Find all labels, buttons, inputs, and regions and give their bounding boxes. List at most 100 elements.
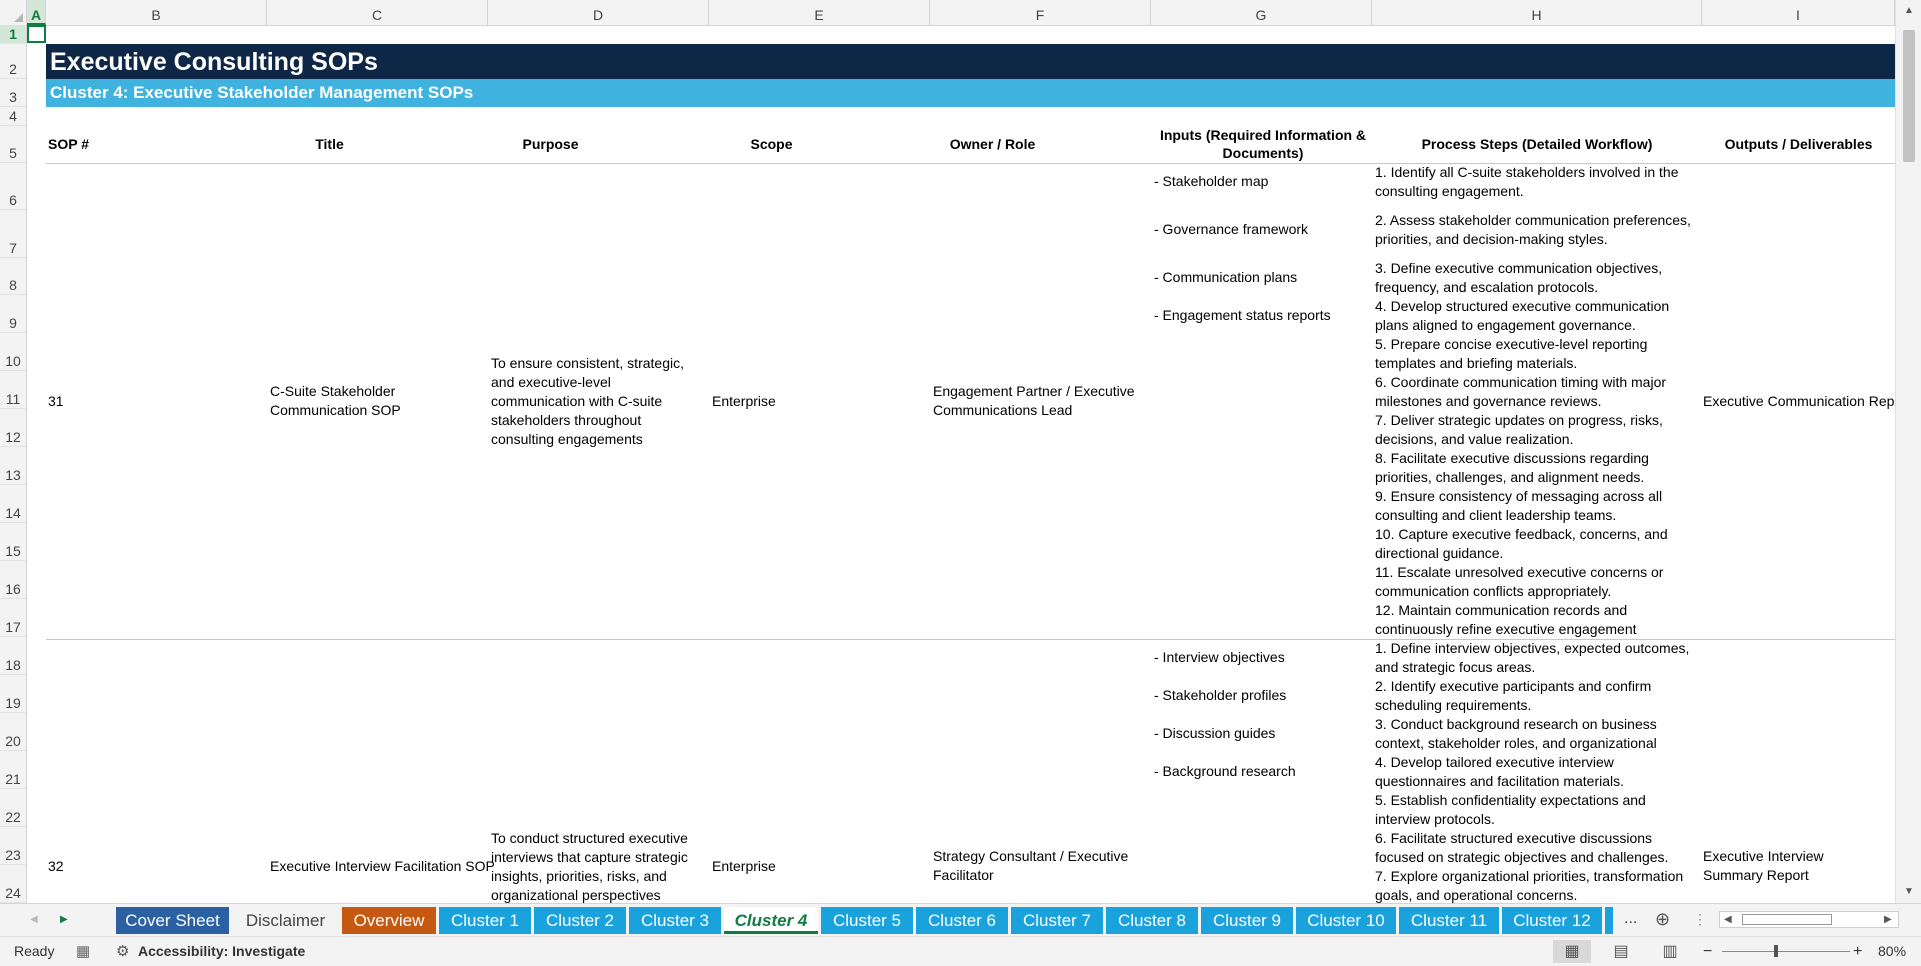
previous-sheet-icon[interactable]: ◀ xyxy=(30,914,38,925)
scope-cell[interactable]: Enterprise xyxy=(712,857,776,876)
process-step[interactable]: 3. Define executive communication object… xyxy=(1375,259,1700,297)
tab-cluster-10[interactable]: Cluster 10 xyxy=(1296,907,1396,934)
next-sheet-icon[interactable]: ▶ xyxy=(60,914,68,925)
scroll-up-icon[interactable]: ▲ xyxy=(1904,5,1914,16)
row-header[interactable]: 9 xyxy=(0,295,26,333)
row-header[interactable]: 7 xyxy=(0,210,26,258)
tab-disclaimer[interactable]: Disclaimer xyxy=(232,907,339,934)
column-header-f[interactable]: F xyxy=(930,0,1151,25)
tab-cover-sheet[interactable]: Cover Sheet xyxy=(116,907,229,934)
accessibility-status[interactable]: Accessibility: Investigate xyxy=(138,937,305,966)
tab-cluster-3[interactable]: Cluster 3 xyxy=(629,907,721,934)
scope-cell[interactable]: Enterprise xyxy=(712,392,776,411)
zoom-in-icon[interactable]: + xyxy=(1853,937,1862,966)
row-header[interactable]: 2 xyxy=(0,44,26,79)
process-step[interactable]: 7. Deliver strategic updates on progress… xyxy=(1375,411,1700,449)
process-step[interactable]: 1. Define interview objectives, expected… xyxy=(1375,639,1700,677)
more-sheets-button[interactable]: ... xyxy=(1624,904,1637,933)
row-header[interactable]: 3 xyxy=(0,79,26,107)
process-step[interactable]: 11. Escalate unresolved executive concer… xyxy=(1375,563,1700,601)
title-cell[interactable]: C-Suite Stakeholder Communication SOP xyxy=(270,382,480,420)
tab-overview[interactable]: Overview xyxy=(342,907,436,934)
row-header[interactable]: 8 xyxy=(0,258,26,295)
process-step[interactable]: 3. Conduct background research on busine… xyxy=(1375,715,1700,753)
row-header[interactable]: 19 xyxy=(0,675,26,713)
input-item[interactable]: - Engagement status reports xyxy=(1154,306,1331,325)
input-item[interactable]: - Background research xyxy=(1154,762,1296,781)
horizontal-scrollbar[interactable]: ◀ ▶ xyxy=(1719,911,1899,928)
tab-cluster-12[interactable]: Cluster 12 xyxy=(1502,907,1602,934)
process-step[interactable]: 4. Develop structured executive communic… xyxy=(1375,297,1700,335)
row-header[interactable]: 12 xyxy=(0,409,26,447)
process-step[interactable]: 5. Prepare concise executive-level repor… xyxy=(1375,335,1700,373)
process-step[interactable]: 5. Establish confidentiality expectation… xyxy=(1375,791,1700,829)
column-header-e[interactable]: E xyxy=(709,0,930,25)
process-step[interactable]: 2. Assess stakeholder communication pref… xyxy=(1375,211,1700,249)
worksheet-grid[interactable]: Executive Consulting SOPs Cluster 4: Exe… xyxy=(27,25,1895,903)
scroll-right-icon[interactable]: ▶ xyxy=(1884,914,1892,925)
more-options-icon[interactable]: ⋮ xyxy=(1693,904,1707,934)
column-header-a[interactable]: A xyxy=(27,0,46,25)
input-item[interactable]: - Interview objectives xyxy=(1154,648,1285,667)
process-step[interactable]: 12. Maintain communication records and c… xyxy=(1375,601,1700,639)
process-step[interactable]: 10. Capture executive feedback, concerns… xyxy=(1375,525,1700,563)
scroll-down-icon[interactable]: ▼ xyxy=(1904,886,1914,897)
sop-number-cell[interactable]: 31 xyxy=(48,392,64,411)
row-header[interactable]: 24 xyxy=(0,865,26,903)
outputs-cell[interactable]: Executive Communication Repo xyxy=(1703,392,1895,411)
process-step[interactable]: 2. Identify executive participants and c… xyxy=(1375,677,1700,715)
input-item[interactable]: - Discussion guides xyxy=(1154,724,1275,743)
outputs-cell[interactable]: Executive Interview Summary Report xyxy=(1703,847,1883,885)
input-item[interactable]: - Stakeholder map xyxy=(1154,172,1268,191)
process-step[interactable]: 4. Develop tailored executive interview … xyxy=(1375,753,1700,791)
vertical-scroll-thumb[interactable] xyxy=(1903,30,1915,162)
column-header-h[interactable]: H xyxy=(1372,0,1702,25)
horizontal-scroll-thumb[interactable] xyxy=(1742,914,1832,925)
row-header[interactable]: 18 xyxy=(0,637,26,675)
normal-view-icon[interactable]: ▦ xyxy=(1553,940,1591,963)
select-all-corner[interactable] xyxy=(0,0,27,25)
title-cell[interactable]: Executive Interview Facilitation SOP xyxy=(270,857,500,876)
row-header[interactable]: 21 xyxy=(0,751,26,789)
row-header[interactable]: 14 xyxy=(0,485,26,523)
row-header[interactable]: 6 xyxy=(0,163,26,210)
process-step[interactable]: 6. Coordinate communication timing with … xyxy=(1375,373,1700,411)
page-layout-view-icon[interactable]: ▤ xyxy=(1602,940,1640,963)
process-step[interactable]: 6. Facilitate structured executive discu… xyxy=(1375,829,1700,867)
row-header[interactable]: 22 xyxy=(0,789,26,827)
process-step[interactable]: 7. Explore organizational priorities, tr… xyxy=(1375,867,1700,903)
row-header[interactable]: 16 xyxy=(0,561,26,599)
row-header[interactable]: 5 xyxy=(0,126,26,163)
tab-cluster-6[interactable]: Cluster 6 xyxy=(916,907,1008,934)
column-header-c[interactable]: C xyxy=(267,0,488,25)
column-header-g[interactable]: G xyxy=(1151,0,1372,25)
row-header[interactable]: 23 xyxy=(0,827,26,865)
process-step[interactable]: 9. Ensure consistency of messaging acros… xyxy=(1375,487,1700,525)
purpose-cell[interactable]: To ensure consistent, strategic, and exe… xyxy=(491,354,701,449)
row-header[interactable]: 20 xyxy=(0,713,26,751)
tab-cluster-4[interactable]: Cluster 4 xyxy=(724,907,818,934)
tab-cluster-5[interactable]: Cluster 5 xyxy=(821,907,913,934)
input-item[interactable]: - Governance framework xyxy=(1154,220,1308,239)
add-sheet-icon[interactable]: ⊕ xyxy=(1655,904,1670,934)
column-header-d[interactable]: D xyxy=(488,0,709,25)
row-header[interactable]: 4 xyxy=(0,107,26,126)
tab-cluster-9[interactable]: Cluster 9 xyxy=(1201,907,1293,934)
accessibility-icon[interactable]: ⚙ xyxy=(116,937,129,966)
owner-cell[interactable]: Engagement Partner / Executive Communica… xyxy=(933,382,1143,420)
column-header-b[interactable]: B xyxy=(46,0,267,25)
process-step[interactable]: 8. Facilitate executive discussions rega… xyxy=(1375,449,1700,487)
zoom-slider-thumb[interactable] xyxy=(1774,945,1778,957)
cell-mode-icon[interactable]: ▦ xyxy=(76,937,90,966)
zoom-level[interactable]: 80% xyxy=(1878,937,1906,966)
input-item[interactable]: - Communication plans xyxy=(1154,268,1297,287)
row-header[interactable]: 1 xyxy=(0,25,26,44)
row-header[interactable]: 10 xyxy=(0,333,26,371)
tab-partial[interactable] xyxy=(1605,907,1613,934)
row-header[interactable]: 13 xyxy=(0,447,26,485)
owner-cell[interactable]: Strategy Consultant / Executive Facilita… xyxy=(933,847,1143,885)
zoom-slider[interactable] xyxy=(1722,945,1850,957)
active-cell-a1[interactable] xyxy=(27,25,46,43)
row-header[interactable]: 11 xyxy=(0,371,26,409)
vertical-scrollbar[interactable]: ▲ ▼ xyxy=(1895,0,1921,903)
